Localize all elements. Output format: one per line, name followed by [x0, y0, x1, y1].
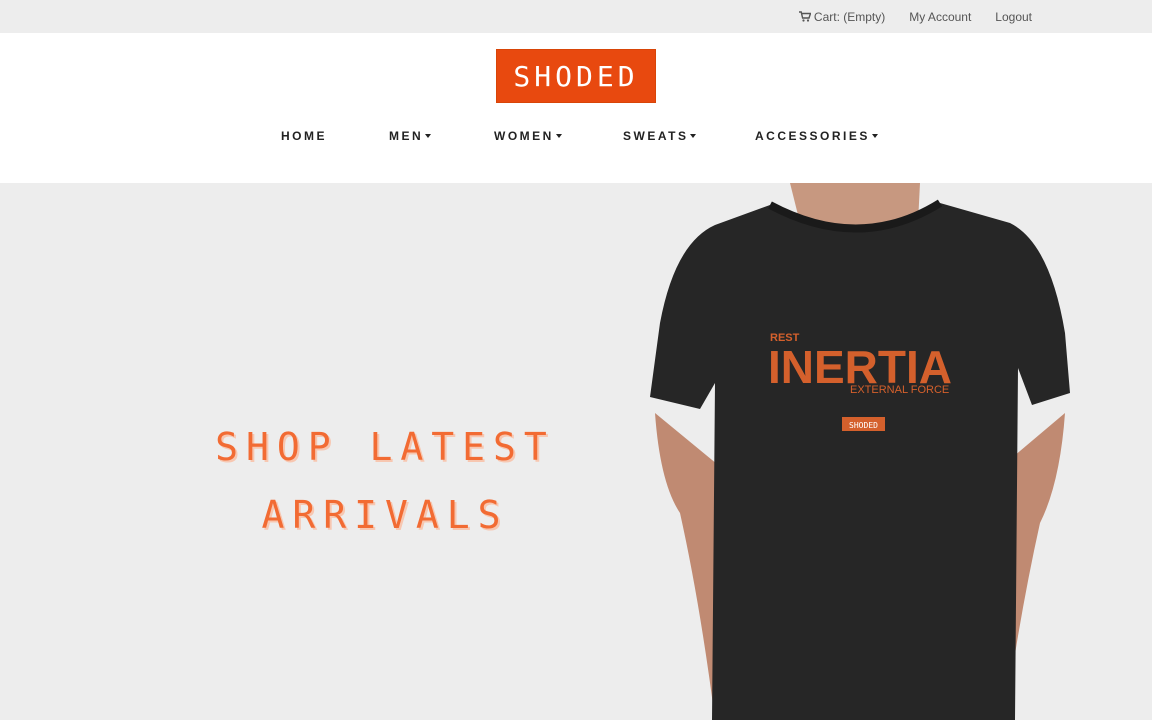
logo-text: SHODED — [513, 59, 639, 93]
site-header: SHODED HOME MEN WOMEN SWEATS ACCESSORIES — [0, 33, 1152, 183]
nav-men-label: MEN — [389, 129, 424, 143]
hero-title-line1: SHOP LATEST — [215, 425, 555, 469]
caret-down-icon — [555, 134, 562, 138]
nav-sweats[interactable]: SWEATS — [623, 129, 697, 143]
caret-down-icon — [871, 134, 878, 138]
my-account-link[interactable]: My Account — [909, 10, 971, 24]
main-nav: HOME MEN WOMEN SWEATS ACCESSORIES — [0, 129, 1152, 149]
nav-accessories-label: ACCESSORIES — [755, 129, 870, 143]
top-utility-bar: Cart: (Empty) My Account Logout — [0, 0, 1152, 33]
my-account-label: My Account — [909, 9, 972, 24]
shirt-tag-text: SHODED — [849, 421, 878, 430]
nav-women[interactable]: WOMEN — [494, 129, 562, 143]
nav-sweats-label: SWEATS — [623, 129, 689, 143]
hero-title[interactable]: SHOP LATEST ARRIVALS — [180, 413, 590, 549]
hero-title-line2: ARRIVALS — [261, 493, 509, 537]
nav-accessories[interactable]: ACCESSORIES — [755, 129, 878, 143]
logout-link[interactable]: Logout — [995, 10, 1032, 24]
cart-link[interactable]: Cart: (Empty) — [798, 9, 886, 24]
nav-women-label: WOMEN — [494, 129, 554, 143]
utility-links: Cart: (Empty) My Account Logout — [798, 0, 1032, 33]
caret-down-icon — [690, 134, 697, 138]
shirt-print-small-bottom: EXTERNAL FORCE — [850, 384, 949, 396]
hero-banner: SHOP LATEST ARRIVALS REST INERTIA EXTERN… — [0, 183, 1152, 720]
logout-label: Logout — [995, 9, 1032, 24]
model-tshirt-image[interactable]: REST INERTIA EXTERNAL FORCE SHODED — [620, 183, 1100, 720]
cart-label: Cart: (Empty) — [813, 9, 886, 24]
cart-icon — [798, 11, 811, 22]
site-logo[interactable]: SHODED — [496, 49, 656, 103]
nav-home[interactable]: HOME — [281, 129, 327, 143]
nav-men[interactable]: MEN — [389, 129, 432, 143]
caret-down-icon — [425, 134, 432, 138]
nav-home-label: HOME — [281, 129, 327, 143]
